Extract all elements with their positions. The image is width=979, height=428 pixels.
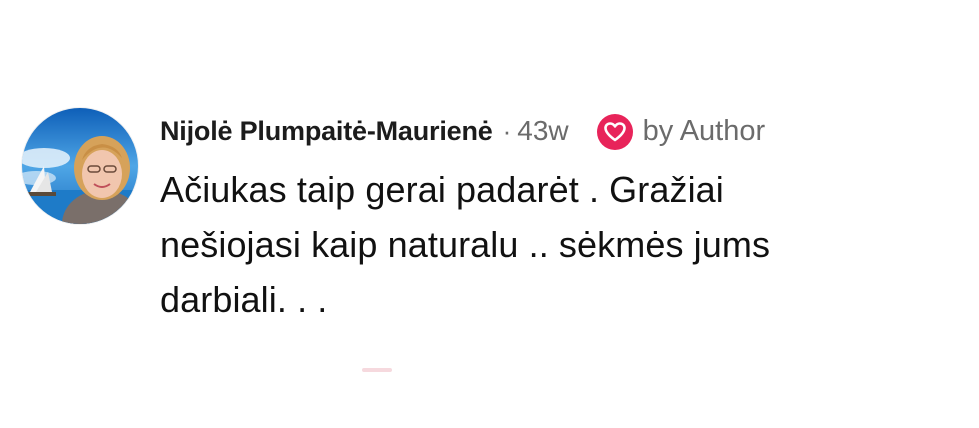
liked-by-author-label: by Author — [642, 114, 766, 147]
heart-icon — [596, 114, 633, 150]
comment-body: Nijolė Plumpaitė-Maurienė · 43w by Autho… — [160, 110, 960, 327]
comment-header: Nijolė Plumpaitė-Maurienė · 43w by Autho… — [160, 110, 960, 152]
author-name[interactable]: Nijolė Plumpaitė-Maurienė — [160, 116, 493, 147]
divider-hint — [362, 368, 392, 372]
comment-text: Ačiukas taip gerai padarėt . Gražiai neš… — [160, 169, 771, 320]
avatar-image — [22, 108, 138, 224]
timestamp[interactable]: 43w — [517, 115, 568, 147]
separator-dot: · — [502, 115, 512, 146]
avatar[interactable] — [22, 108, 138, 224]
comment-screen: Nijolė Plumpaitė-Maurienė · 43w by Autho… — [0, 0, 979, 428]
comment: Nijolė Plumpaitė-Maurienė · 43w by Autho… — [22, 108, 960, 327]
